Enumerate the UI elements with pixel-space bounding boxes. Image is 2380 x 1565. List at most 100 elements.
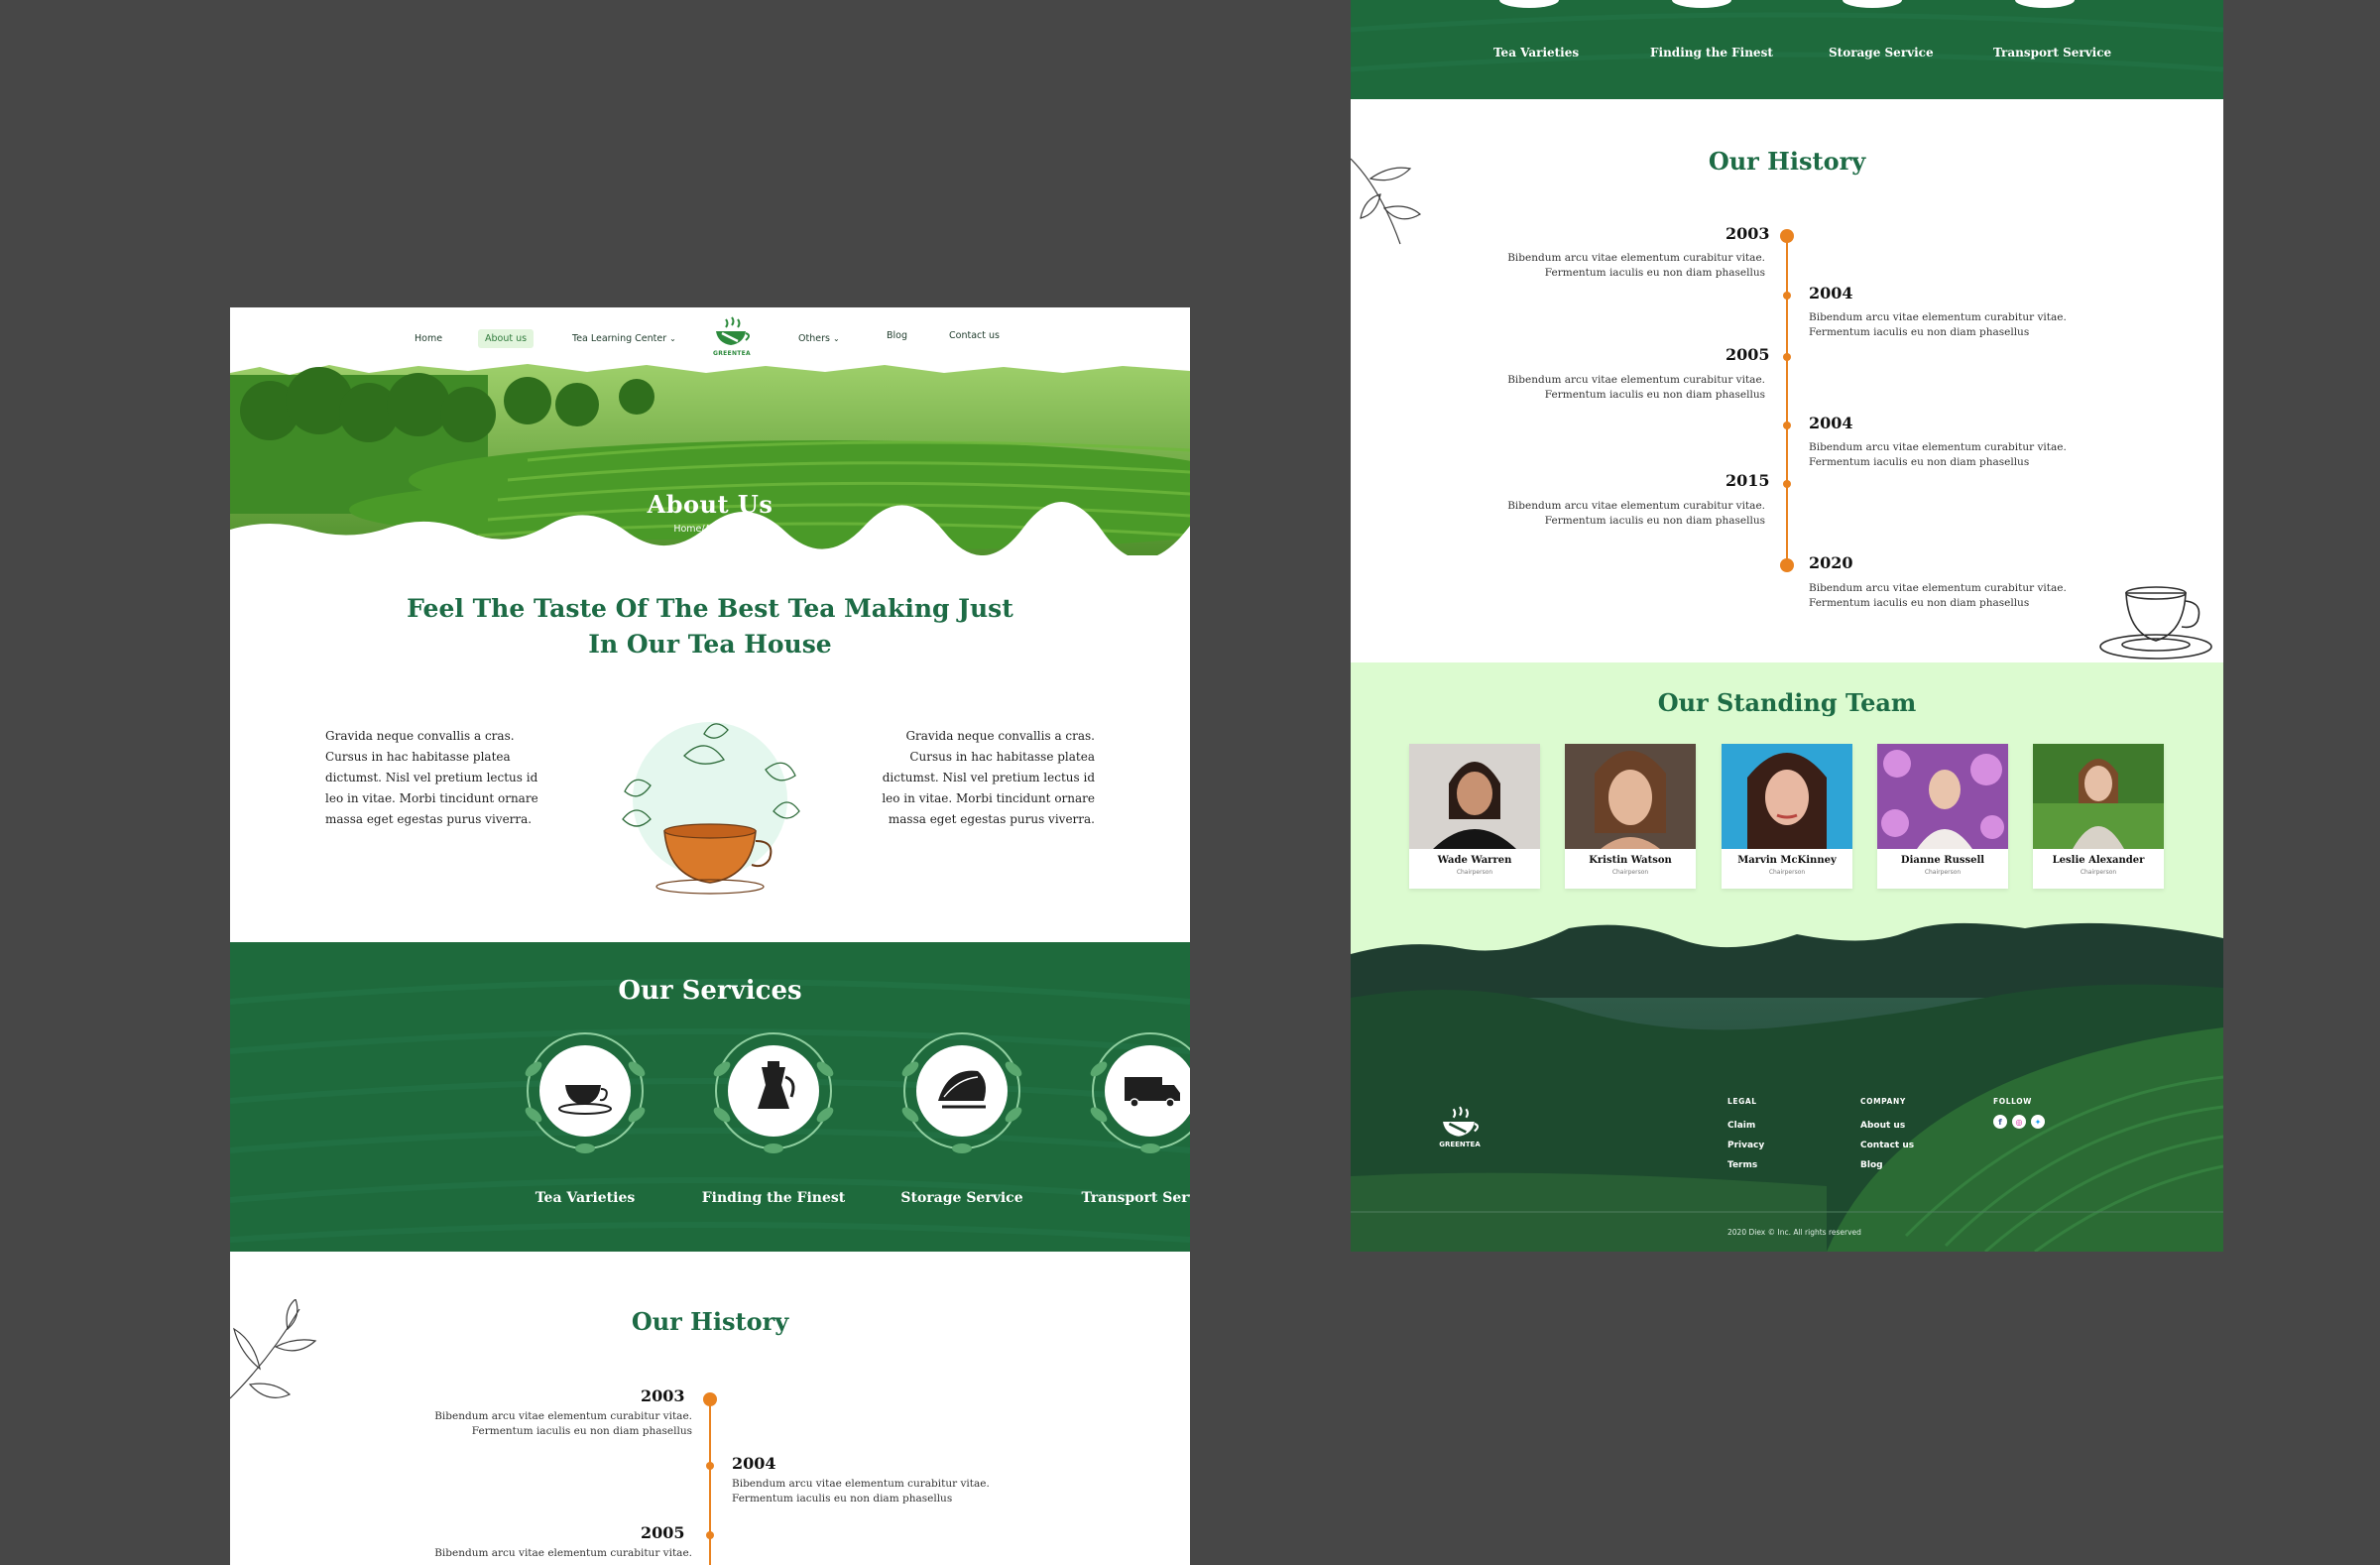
portrait-image bbox=[1409, 744, 1540, 849]
hero-banner: About Us Home/About us bbox=[230, 361, 1190, 555]
nav-others-link[interactable]: Others ⌄ bbox=[798, 333, 840, 344]
timeline-line bbox=[709, 1398, 711, 1565]
footer-legal-heading: LEGAL bbox=[1727, 1097, 1757, 1106]
services-title: Our Services bbox=[618, 976, 802, 1006]
team-photo bbox=[1565, 744, 1696, 849]
timeline-text: Bibendum arcu vitae elementum curabitur … bbox=[1507, 374, 1765, 401]
team-member-name: Marvin McKinney bbox=[1737, 855, 1837, 866]
teapot-icon bbox=[713, 1032, 834, 1153]
team-card[interactable]: Dianne Russell Chairperson bbox=[1877, 744, 2008, 889]
facebook-icon[interactable]: f bbox=[1993, 1115, 2007, 1129]
intro-heading-line2: In Our Tea House bbox=[588, 630, 832, 659]
timeline-year: 2005 bbox=[641, 1523, 685, 1542]
service-link[interactable]: Storage Service bbox=[1829, 46, 1934, 60]
timeline-text: Bibendum arcu vitae elementum curabitur … bbox=[1507, 500, 1765, 527]
service-link[interactable]: Tea Varieties bbox=[1493, 46, 1579, 60]
services-strip: Tea Varieties Finding the Finest Storage… bbox=[1351, 0, 2223, 99]
services-section: Our Services Tea Varieties Finding the F… bbox=[230, 942, 1190, 1252]
team-member-name: Kristin Watson bbox=[1589, 855, 1672, 866]
team-card[interactable]: Leslie Alexander Chairperson bbox=[2033, 744, 2164, 889]
timeline-dot bbox=[1783, 353, 1791, 361]
timeline-text: Bibendum arcu vitae elementum curabitur … bbox=[1809, 441, 2067, 468]
team-member-role: Chairperson bbox=[1924, 869, 1962, 876]
timeline-year: 2003 bbox=[641, 1386, 685, 1405]
nav-others-label: Others bbox=[798, 333, 830, 344]
timeline-year: 2020 bbox=[1809, 553, 1853, 572]
service-label: Tea Varieties bbox=[535, 1190, 636, 1206]
team-card[interactable]: Marvin McKinney Chairperson bbox=[1722, 744, 1852, 889]
about-page-continued-mockup: Tea Varieties Finding the Finest Storage… bbox=[1351, 0, 2223, 1252]
tea-leaves-icon bbox=[901, 1032, 1022, 1153]
brand-logo[interactable]: GREENTEA bbox=[710, 315, 754, 365]
nav-contact-link[interactable]: Contact us bbox=[949, 330, 1000, 341]
logo-text: GREENTEA bbox=[713, 350, 751, 357]
service-label: Finding the Finest bbox=[701, 1190, 846, 1206]
mountain-landscape-image bbox=[1351, 922, 2223, 1252]
truck-icon bbox=[1090, 1032, 1190, 1153]
nav-about-link[interactable]: About us bbox=[478, 329, 535, 348]
team-card[interactable]: Kristin Watson Chairperson bbox=[1565, 744, 1696, 889]
portrait-image bbox=[1722, 744, 1852, 849]
timeline-dot bbox=[706, 1531, 714, 1539]
history-title: Our History bbox=[1708, 147, 1866, 176]
timeline-dot bbox=[1783, 421, 1791, 429]
breadcrumb: Home/About us bbox=[673, 524, 747, 535]
timeline-text: Bibendum arcu vitae elementum curabitur … bbox=[434, 1547, 692, 1559]
timeline-year: 2004 bbox=[1809, 284, 1853, 302]
timeline-dot bbox=[706, 1462, 714, 1470]
teacup-logo-icon bbox=[1443, 1106, 1480, 1137]
team-member-name: Dianne Russell bbox=[1900, 855, 1985, 866]
footer-logo[interactable]: GREENTEA bbox=[1434, 1105, 1486, 1148]
timeline-text: Bibendum arcu vitae elementum curabitur … bbox=[1809, 311, 2067, 338]
timeline-year: 2004 bbox=[1809, 414, 1853, 432]
team-member-role: Chairperson bbox=[1768, 869, 1806, 876]
service-link[interactable]: Finding the Finest bbox=[1650, 46, 1773, 60]
hero-title: About Us bbox=[647, 490, 774, 519]
nav-tea-center-link[interactable]: Tea Learning Center ⌄ bbox=[572, 333, 676, 344]
instagram-icon[interactable]: ◎ bbox=[2012, 1115, 2026, 1129]
team-member-role: Chairperson bbox=[1611, 869, 1649, 876]
nav-tea-center-label: Tea Learning Center bbox=[572, 333, 667, 344]
nav-blog-link[interactable]: Blog bbox=[887, 330, 907, 341]
timeline-dot bbox=[1780, 229, 1794, 243]
twitter-icon[interactable]: ✦ bbox=[2031, 1115, 2045, 1129]
nav-home-link[interactable]: Home bbox=[415, 333, 442, 344]
team-member-role: Chairperson bbox=[2080, 869, 2117, 876]
timeline-year: 2015 bbox=[1726, 471, 1770, 490]
timeline-dot bbox=[1780, 558, 1794, 572]
team-section: Our Standing Team Wade Warren Chairperso… bbox=[1351, 662, 2223, 1252]
intro-heading-line1: Feel The Taste Of The Best Tea Making Ju… bbox=[407, 594, 1013, 623]
chevron-down-icon: ⌄ bbox=[669, 334, 676, 343]
team-member-name: Leslie Alexander bbox=[2052, 855, 2145, 866]
footer-link-contact[interactable]: Contact us bbox=[1860, 1141, 1914, 1150]
footer-link-about[interactable]: About us bbox=[1860, 1121, 1905, 1131]
portrait-image bbox=[2033, 744, 2164, 849]
service-link[interactable]: Transport Service bbox=[1993, 46, 2111, 60]
team-photo bbox=[1877, 744, 2008, 849]
timeline-text: Bibendum arcu vitae elementum curabitur … bbox=[1809, 582, 2067, 609]
footer-follow-heading: FOLLOW bbox=[1993, 1097, 2033, 1106]
footer-link-blog[interactable]: Blog bbox=[1860, 1160, 1883, 1170]
timeline-text: Bibendum arcu vitae elementum curabitur … bbox=[1507, 252, 1765, 279]
team-photo bbox=[1722, 744, 1852, 849]
team-title: Our Standing Team bbox=[1657, 688, 1917, 717]
service-label: Transport Service bbox=[1081, 1190, 1190, 1206]
chevron-down-icon: ⌄ bbox=[832, 334, 840, 343]
portrait-image bbox=[1565, 744, 1696, 849]
footer-link-privacy[interactable]: Privacy bbox=[1727, 1141, 1764, 1150]
about-page-mockup: Home About us Tea Learning Center ⌄ GREE… bbox=[230, 307, 1190, 1565]
timeline-dot bbox=[1783, 292, 1791, 300]
timeline-line bbox=[1786, 236, 1788, 565]
footer-link-terms[interactable]: Terms bbox=[1727, 1160, 1757, 1170]
team-photo bbox=[1409, 744, 1540, 849]
footer-company-heading: COMPANY bbox=[1860, 1097, 1906, 1106]
team-card[interactable]: Wade Warren Chairperson bbox=[1409, 744, 1540, 889]
teacup-logo-icon bbox=[716, 316, 750, 345]
footer-link-claim[interactable]: Claim bbox=[1727, 1121, 1755, 1131]
timeline-text: Bibendum arcu vitae elementum curabitur … bbox=[434, 1410, 692, 1437]
timeline-dot bbox=[703, 1392, 717, 1406]
timeline-year: 2004 bbox=[732, 1454, 776, 1473]
intro-left-text: Gravida neque convallis a cras. Cursus i… bbox=[325, 729, 538, 826]
intro-right-text: Gravida neque convallis a cras. Cursus i… bbox=[882, 729, 1095, 826]
team-photo bbox=[2033, 744, 2164, 849]
